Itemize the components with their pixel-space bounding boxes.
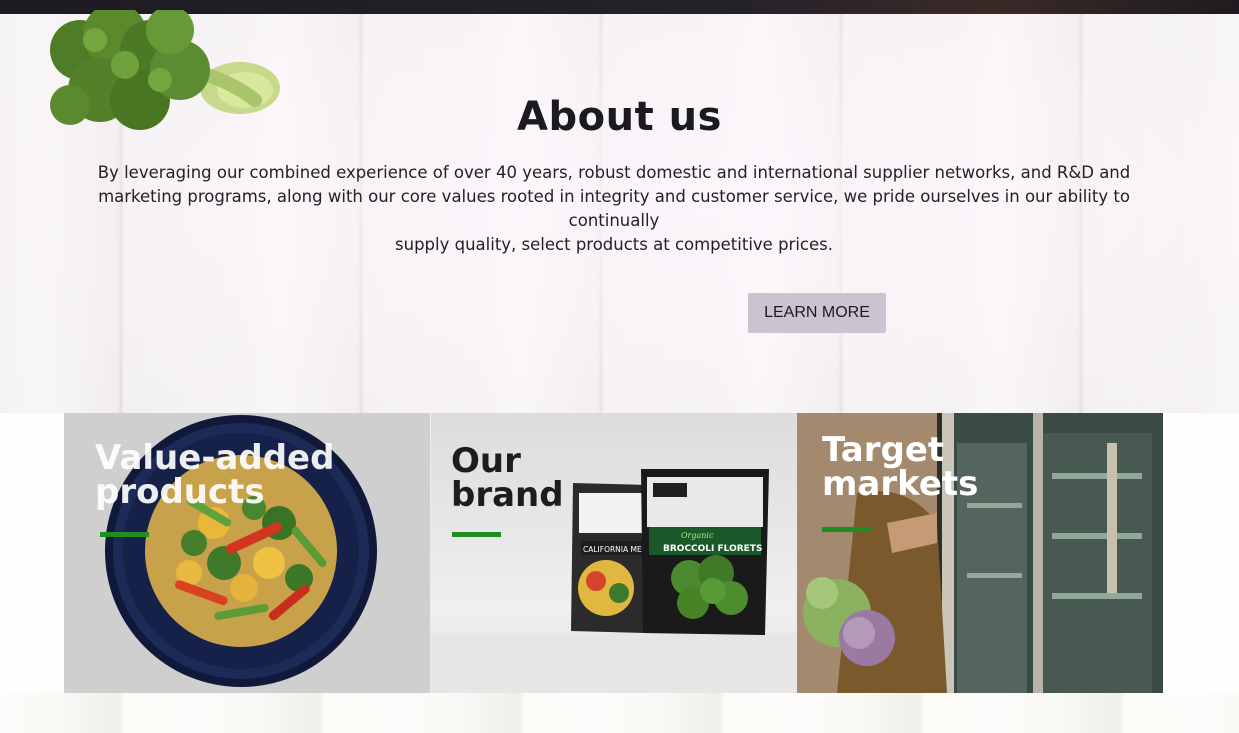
- value-added-products-card[interactable]: Value-added products: [64, 413, 430, 693]
- about-line: By leveraging our combined experience of…: [97, 163, 1131, 182]
- bag-label-broccoli: BROCCOLI FLORETS: [663, 544, 762, 554]
- card-title-value-added: Value-added products: [95, 438, 335, 512]
- target-markets-card[interactable]: Target markets: [797, 413, 1163, 693]
- about-paragraph: By leveraging our combined experience of…: [40, 161, 1188, 257]
- accent-bar: [822, 527, 871, 532]
- our-brand-card[interactable]: CALIFORNIA MEDL Organic BROCCOLI FLORETS…: [430, 413, 798, 693]
- about-line: continually: [568, 211, 660, 230]
- accent-bar: [100, 532, 149, 537]
- about-line: supply quality, select products at compe…: [395, 235, 833, 254]
- about-line: marketing programs, along with our core …: [98, 187, 1130, 206]
- card-title-target-markets: Target markets: [822, 430, 979, 504]
- about-heading: About us: [517, 94, 722, 140]
- accent-bar: [452, 532, 501, 537]
- bag-label-organic: Organic: [681, 531, 714, 540]
- learn-more-button[interactable]: LEARN MORE: [748, 293, 886, 333]
- card-title-our-brand: Our brand: [451, 441, 564, 515]
